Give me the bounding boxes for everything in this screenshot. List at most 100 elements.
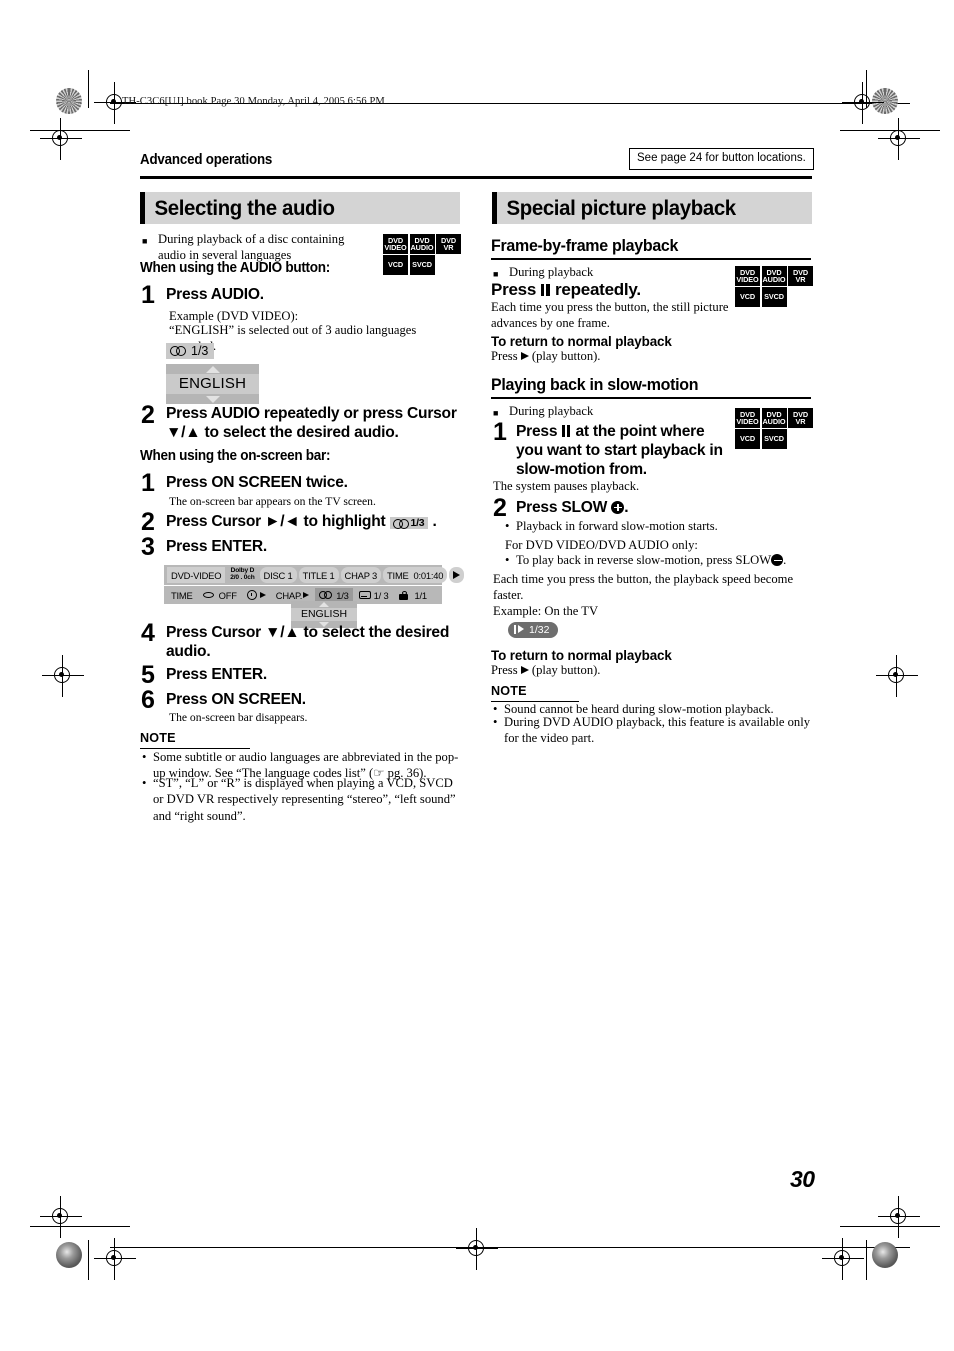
osd-title-number[interactable]: TITLE 1 (298, 567, 339, 583)
bullet-icon: • (142, 776, 147, 790)
chevron-up-icon[interactable] (319, 602, 329, 607)
slow-return-text-a: Press (491, 663, 518, 677)
osd-chap-label: CHAP. (275, 589, 303, 601)
chevron-down-icon[interactable] (205, 395, 220, 403)
osb-step-6-number: 6 (141, 686, 155, 714)
frame-return-heading: To return to normal playback (491, 334, 672, 349)
reverse-text-a: To play back in reverse slow-motion, pre… (516, 553, 772, 567)
osd-chapter-number[interactable]: CHAP 3 (340, 567, 382, 583)
crop-mark-left-lower (40, 1196, 82, 1238)
bullet-text: Playback in forward slow-motion starts. (516, 519, 718, 533)
left-column-title-banner: Selecting the audio (140, 192, 460, 224)
frame-intro-text: During playback (509, 265, 594, 279)
slow-step-2-text-a: Press SLOW (516, 499, 608, 516)
badge-row-1: DVD VIDEO DVD AUDIO DVD VR (383, 234, 461, 255)
osb-step-1-text: Press ON SCREEN twice. (166, 474, 348, 491)
slow-step-2-text: Press SLOW . (516, 498, 629, 517)
audio-language-popup: ENGLISH (166, 364, 259, 404)
osd-time-value: 0:01:40 (413, 569, 444, 581)
disc-badges-slow: DVD VIDEO DVD AUDIO DVD VR VCD SVCD (735, 408, 813, 450)
bullet-icon: • (505, 519, 510, 533)
slow-step-1-number: 1 (493, 418, 507, 446)
badge-dvd-audio: DVD AUDIO (409, 234, 435, 255)
badge-svcd: SVCD (761, 429, 787, 450)
right-column-title: Special picture playback (506, 195, 737, 220)
section-label: Advanced operations (140, 152, 273, 168)
frame-return-text: Press (play button). (491, 349, 600, 365)
badge-line2: VIDEO (736, 416, 759, 426)
osb-step-1-desc: The on-screen bar appears on the TV scre… (169, 495, 376, 508)
play-arrow-icon (453, 571, 461, 579)
crop-mark-left-upper (40, 118, 82, 160)
badge-line2: VIDEO (384, 242, 407, 252)
osd-disc-number[interactable]: DISC 1 (259, 567, 297, 583)
badge-line2: AUDIO (762, 416, 786, 426)
slow-step-2-number: 2 (493, 494, 507, 522)
osd-repeat-mode[interactable]: OFF (199, 588, 241, 602)
slow-section-rule (491, 397, 811, 399)
badge-line2: VIDEO (736, 274, 759, 284)
popup-language-value[interactable]: ENGLISH (166, 374, 259, 394)
osb-step-2-text-b: . (432, 513, 437, 530)
osb-step-3-number: 3 (141, 533, 155, 561)
osd-chapter-mode[interactable]: CHAP. (272, 588, 313, 602)
halftone-registration-dot-top-left (56, 88, 82, 114)
onscreen-bar-row-1: DVD-VIDEO Dolby D 2/0 . 0ch DISC 1 TITLE… (164, 565, 465, 585)
crop-mark-right-upper (878, 118, 920, 160)
slow-intro-text: During playback (509, 404, 594, 418)
step-2-number: 2 (141, 401, 155, 429)
slow-example-line: Example: On the TV (493, 604, 599, 618)
osd-angle-value: 1/1 (414, 589, 428, 601)
frame-section-heading: Frame-by-frame playback (491, 236, 679, 255)
osd-angle-selector[interactable]: 1/1 (395, 588, 431, 602)
trim-line-top-left-vertical (88, 70, 90, 108)
trim-line-bottom-left-vertical (88, 1240, 90, 1280)
repeat-icon (202, 591, 216, 600)
left-note-title: NOTE (140, 731, 176, 745)
osb-step-4-text: Press Cursor ▼/▲ to select the desired a… (166, 624, 450, 661)
osb-step-3-text: Press ENTER. (166, 538, 268, 555)
badge-row-1: DVD VIDEO DVD AUDIO DVD VR (735, 266, 813, 287)
badge-dvd-vr: DVD VR (436, 234, 461, 255)
osd-timer-mode[interactable] (243, 588, 270, 602)
disc-badges-frame: DVD VIDEO DVD AUDIO DVD VR VCD SVCD (735, 266, 813, 308)
reverse-text-b: . (783, 553, 787, 567)
badge-line2: VR (795, 416, 806, 426)
subhead-audio-button: When using the AUDIO button: (140, 260, 330, 276)
osd-time-label: TIME (387, 569, 409, 581)
audio-track-icon (170, 346, 187, 356)
halftone-registration-dot-bottom-left (56, 1242, 82, 1268)
chevron-up-icon[interactable] (205, 365, 220, 373)
disc-badges-left: DVD VIDEO DVD AUDIO DVD VR VCD SVCD (383, 234, 461, 276)
osd-subtitle-selector[interactable]: 1/ 3 (355, 588, 393, 602)
osd-dolby-indicator: Dolby D 2/0 . 0ch (227, 567, 257, 583)
bullet-icon: • (142, 750, 147, 764)
badge-dvd-audio: DVD AUDIO (761, 408, 787, 429)
step-1-number: 1 (141, 281, 155, 309)
osb-step-6-text: Press ON SCREEN. (166, 691, 306, 708)
slow-return-text: Press (play button). (491, 663, 600, 679)
badge-vcd: VCD (383, 255, 408, 276)
trim-line-left-lower (30, 1226, 130, 1228)
osd-audio-selector[interactable]: 1/3 (315, 588, 353, 602)
frame-return-text-b: (play button). (531, 349, 601, 363)
badge-line1: SVCD (764, 292, 784, 302)
osd-time-mode[interactable]: TIME (167, 588, 197, 602)
osd-next-arrow-button[interactable] (449, 567, 465, 583)
frame-press-text-b: repeatedly. (555, 280, 641, 299)
audio-track-icon (319, 591, 333, 599)
badge-line1: VCD (739, 292, 756, 302)
popup-language-value[interactable]: ENGLISH (291, 608, 357, 621)
arrow-right-icon (303, 592, 310, 598)
slow-speed-chip: 1/32 (508, 622, 559, 638)
halftone-registration-dot-bottom-right (872, 1242, 898, 1268)
play-icon (520, 352, 529, 360)
frame-section-rule (491, 258, 811, 260)
osd-time-display[interactable]: TIME 0:01:40 (383, 567, 448, 583)
osd-subtitle-value: 1/ 3 (373, 589, 389, 601)
badge-row-1: DVD VIDEO DVD AUDIO DVD VR (735, 408, 813, 429)
page-canvas: TH-C3C6[UJ].book Page 30 Monday, April 4… (0, 0, 954, 1351)
intro-bullet-square-left: ■ (142, 236, 148, 246)
slow-speed-desc: Each time you press the button, the play… (493, 572, 794, 602)
play-icon (520, 666, 529, 674)
